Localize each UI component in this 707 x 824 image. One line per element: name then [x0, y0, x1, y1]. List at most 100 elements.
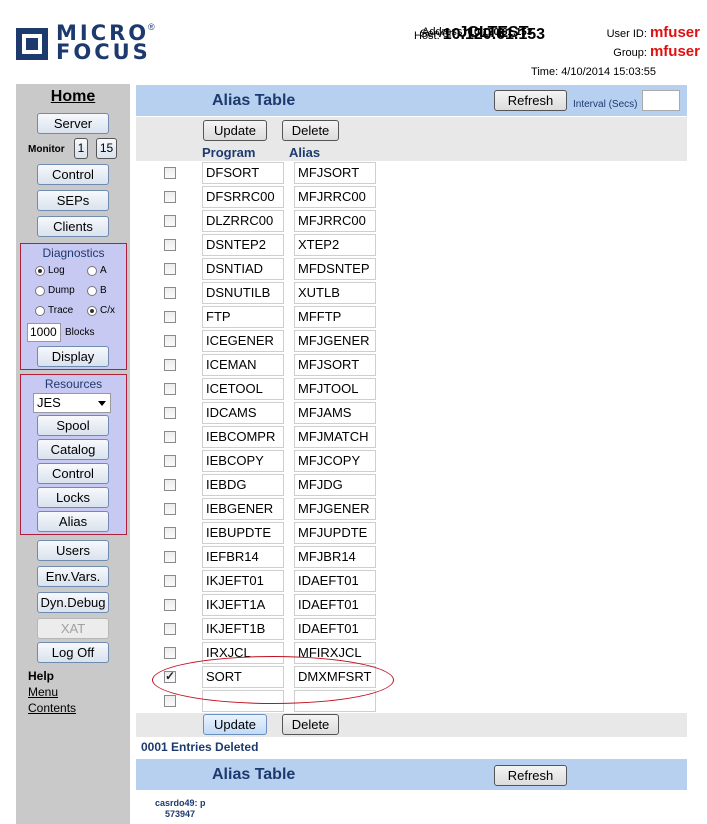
env-vars-button[interactable]: Env.Vars.	[37, 566, 109, 587]
row-checkbox[interactable]	[164, 239, 176, 251]
row-checkbox[interactable]	[164, 359, 176, 371]
display-button[interactable]: Display	[37, 346, 109, 367]
row-checkbox[interactable]	[164, 215, 176, 227]
row-checkbox[interactable]	[164, 311, 176, 323]
update-button-bottom[interactable]: Update	[203, 714, 267, 735]
interval-input[interactable]	[642, 90, 680, 111]
program-input[interactable]: DFSORT	[202, 162, 284, 184]
blocks-input[interactable]: 1000	[27, 323, 61, 342]
program-input[interactable]: IEBUPDTE	[202, 522, 284, 544]
program-input[interactable]: DSNTIAD	[202, 258, 284, 280]
monitor-15-button[interactable]: 15	[96, 138, 117, 159]
radio-dump[interactable]: Dump	[35, 285, 75, 296]
program-input[interactable]: IEBDG	[202, 474, 284, 496]
server-button[interactable]: Server	[37, 113, 109, 134]
alias-input[interactable]: MFJDG	[294, 474, 376, 496]
delete-button-top[interactable]: Delete	[282, 120, 339, 141]
locks-button[interactable]: Locks	[37, 487, 109, 508]
alias-input[interactable]: MFJSORT	[294, 162, 376, 184]
alias-input[interactable]: MFJCOPY	[294, 450, 376, 472]
alias-input[interactable]: MFDSNTEP	[294, 258, 376, 280]
alias-input[interactable]: XTEP2	[294, 234, 376, 256]
users-button[interactable]: Users	[37, 540, 109, 561]
monitor-1-button[interactable]: 1	[74, 138, 88, 159]
status-message: 0001 Entries Deleted	[141, 740, 259, 754]
program-input[interactable]: DSNTEP2	[202, 234, 284, 256]
control-button[interactable]: Control	[37, 164, 109, 185]
program-input[interactable]: IEBCOPY	[202, 450, 284, 472]
catalog-button[interactable]: Catalog	[37, 439, 109, 460]
dyn-debug-button[interactable]: Dyn.Debug	[37, 592, 109, 613]
alias-input[interactable]: IDAEFT01	[294, 570, 376, 592]
program-input[interactable]: IEBGENER	[202, 498, 284, 520]
program-input[interactable]: IEFBR14	[202, 546, 284, 568]
program-input[interactable]: DSNUTILB	[202, 282, 284, 304]
row-checkbox[interactable]	[164, 575, 176, 587]
refresh-button-top[interactable]: Refresh	[494, 90, 567, 111]
program-input[interactable]: IKJEFT01	[202, 570, 284, 592]
radio-a[interactable]: A	[87, 265, 107, 276]
row-checkbox[interactable]	[164, 263, 176, 275]
alias-input[interactable]: MFJUPDTE	[294, 522, 376, 544]
alias-input[interactable]: MFJGENER	[294, 330, 376, 352]
resources-control-button[interactable]: Control	[37, 463, 109, 484]
row-checkbox[interactable]	[164, 407, 176, 419]
program-input[interactable]: ICEMAN	[202, 354, 284, 376]
alias-input[interactable]: MFJTOOL	[294, 378, 376, 400]
footer-process-label: casrdo49: p	[155, 798, 206, 808]
program-input[interactable]: IKJEFT1A	[202, 594, 284, 616]
radio-cx[interactable]: C/x	[87, 305, 115, 316]
row-checkbox[interactable]	[164, 335, 176, 347]
alias-input[interactable]: IDAEFT01	[294, 618, 376, 640]
row-checkbox[interactable]	[164, 647, 176, 659]
delete-button-bottom[interactable]: Delete	[282, 714, 339, 735]
help-contents-link[interactable]: Contents	[28, 701, 76, 715]
program-input[interactable]: DLZRRC00	[202, 210, 284, 232]
row-checkbox[interactable]	[164, 287, 176, 299]
clients-button[interactable]: Clients	[37, 216, 109, 237]
resource-type-select[interactable]: JES	[33, 393, 111, 413]
alias-input[interactable]: MFJRRC00	[294, 210, 376, 232]
radio-empty-icon	[35, 285, 45, 296]
program-input[interactable]: IEBCOMPR	[202, 426, 284, 448]
program-input[interactable]: ICEGENER	[202, 330, 284, 352]
row-checkbox[interactable]	[164, 383, 176, 395]
row-checkbox[interactable]	[164, 503, 176, 515]
alias-input[interactable]: MFJBR14	[294, 546, 376, 568]
spool-button[interactable]: Spool	[37, 415, 109, 436]
alias-input[interactable]: MFFTP	[294, 306, 376, 328]
home-link[interactable]: Home	[16, 88, 130, 106]
table-row: IEBUPDTE MFJUPDTE	[136, 521, 687, 545]
row-checkbox[interactable]	[164, 455, 176, 467]
radio-log[interactable]: Log	[35, 265, 65, 276]
program-input[interactable]: ICETOOL	[202, 378, 284, 400]
row-checkbox[interactable]	[164, 623, 176, 635]
alias-button[interactable]: Alias	[37, 511, 109, 532]
row-checkbox[interactable]	[164, 695, 176, 707]
row-checkbox[interactable]	[164, 599, 176, 611]
alias-input[interactable]: MFJSORT	[294, 354, 376, 376]
alias-input[interactable]: MFJAMS	[294, 402, 376, 424]
alias-input[interactable]: IDAEFT01	[294, 594, 376, 616]
log-off-button[interactable]: Log Off	[37, 642, 109, 663]
alias-input[interactable]: MFJMATCH	[294, 426, 376, 448]
row-checkbox[interactable]	[164, 167, 176, 179]
row-checkbox[interactable]	[164, 479, 176, 491]
row-checkbox[interactable]	[164, 431, 176, 443]
radio-b[interactable]: B	[87, 285, 107, 296]
seps-button[interactable]: SEPs	[37, 190, 109, 211]
row-checkbox[interactable]	[164, 527, 176, 539]
alias-input[interactable]: MFJRRC00	[294, 186, 376, 208]
refresh-button-bottom[interactable]: Refresh	[494, 765, 567, 786]
update-button-top[interactable]: Update	[203, 120, 267, 141]
program-input[interactable]: IKJEFT1B	[202, 618, 284, 640]
program-input[interactable]: IDCAMS	[202, 402, 284, 424]
row-checkbox[interactable]	[164, 551, 176, 563]
alias-input[interactable]: MFJGENER	[294, 498, 376, 520]
help-menu-link[interactable]: Menu	[28, 685, 58, 699]
alias-input[interactable]: XUTLB	[294, 282, 376, 304]
row-checkbox[interactable]	[164, 191, 176, 203]
program-input[interactable]: DFSRRC00	[202, 186, 284, 208]
program-input[interactable]: FTP	[202, 306, 284, 328]
radio-trace[interactable]: Trace	[35, 305, 73, 316]
